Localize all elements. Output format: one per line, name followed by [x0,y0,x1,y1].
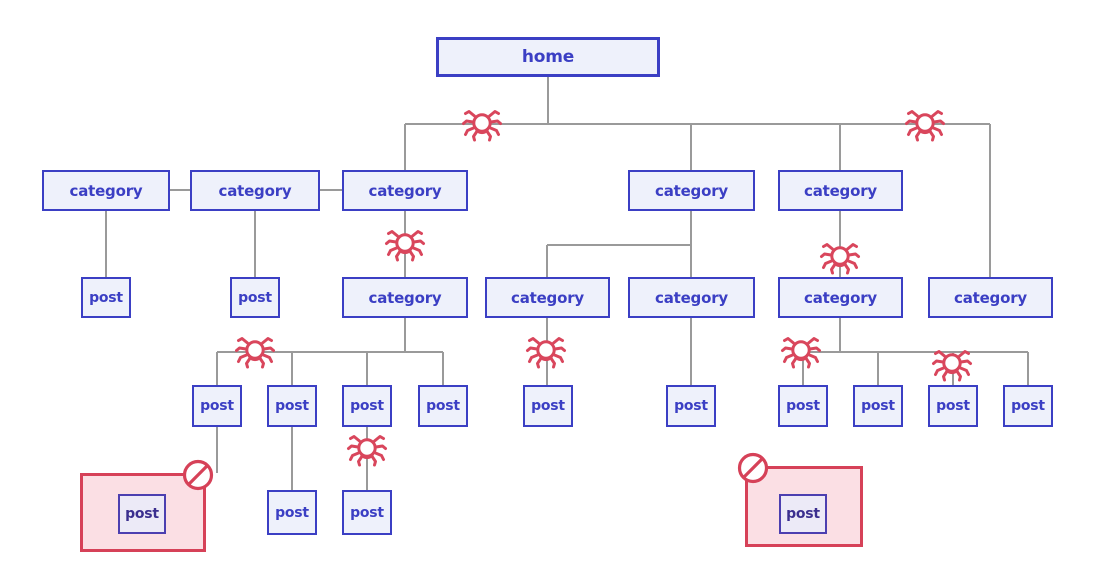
node-label: post [786,398,820,414]
node-label: post [936,398,970,414]
node-category[interactable]: category [342,277,468,318]
node-label: post [531,398,565,414]
node-post[interactable]: post [1003,385,1053,427]
spider-icon [234,330,276,372]
spider-icon [904,103,946,145]
node-label: post [350,398,384,414]
node-label: post [426,398,460,414]
spider-icon [384,223,426,265]
node-post[interactable]: post [342,385,392,427]
spider-icon [931,343,973,385]
node-post[interactable]: post [81,277,131,318]
node-post[interactable]: post [928,385,978,427]
node-label: category [804,288,877,307]
node-post[interactable]: post [230,277,280,318]
node-label: category [804,181,877,200]
node-post[interactable]: post [778,385,828,427]
node-category[interactable]: category [190,170,320,211]
node-category[interactable]: category [778,277,903,318]
node-label: post [200,398,234,414]
node-post[interactable]: post [267,385,317,427]
node-label: category [655,181,728,200]
node-label: category [69,181,143,200]
node-label: post [275,398,309,414]
node-label: category [368,181,442,200]
node-post[interactable]: post [666,385,716,427]
prohibited-icon [736,451,770,485]
prohibited-icon [181,458,215,492]
node-post[interactable]: post [267,490,317,535]
node-label: post [350,504,384,521]
node-label: category [218,181,292,200]
node-label: category [368,288,442,307]
node-post-blocked[interactable]: post [779,494,827,534]
node-label: category [511,288,584,307]
node-category[interactable]: category [778,170,903,211]
node-post[interactable]: post [192,385,242,427]
node-label: post [125,506,159,522]
node-home[interactable]: home [436,37,660,77]
node-category[interactable]: category [628,170,755,211]
node-post[interactable]: post [853,385,903,427]
node-category[interactable]: category [928,277,1053,318]
diagram-canvas: home category category category category cate… [0,0,1100,567]
spider-icon [346,428,388,470]
spider-icon [780,330,822,372]
spider-icon [819,236,861,278]
node-label: post [238,289,272,306]
node-label: post [786,506,820,522]
spider-icon [525,330,567,372]
node-post[interactable]: post [418,385,468,427]
node-label: category [655,288,728,307]
spider-icon [461,103,503,145]
node-label: category [954,288,1027,307]
node-category[interactable]: category [42,170,170,211]
node-post-blocked[interactable]: post [118,494,166,534]
node-label: home [521,47,575,67]
node-post[interactable]: post [523,385,573,427]
node-label: post [861,398,895,414]
node-label: post [89,289,123,306]
node-category[interactable]: category [342,170,468,211]
node-label: post [275,504,309,521]
node-post[interactable]: post [342,490,392,535]
node-category[interactable]: category [628,277,755,318]
node-label: post [674,398,708,414]
node-label: post [1011,398,1045,414]
node-category[interactable]: category [485,277,610,318]
